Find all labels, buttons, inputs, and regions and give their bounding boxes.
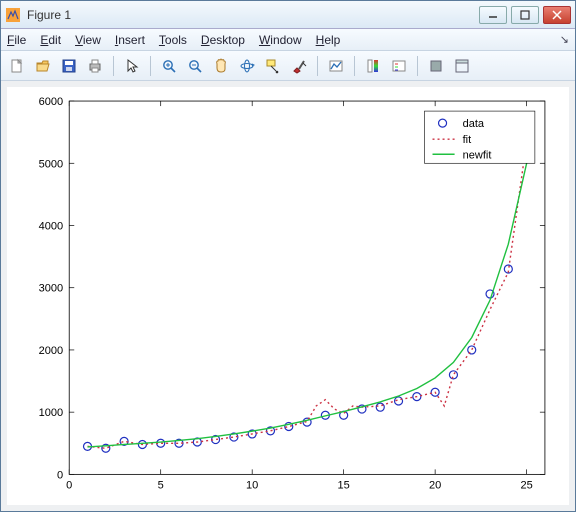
new-file-button[interactable] xyxy=(5,54,29,78)
svg-text:5: 5 xyxy=(158,479,164,491)
svg-text:0: 0 xyxy=(66,479,72,491)
titlebar[interactable]: Figure 1 xyxy=(1,1,575,29)
menu-insert[interactable]: Insert xyxy=(115,33,145,47)
menu-desktop[interactable]: Desktop xyxy=(201,33,245,47)
close-button[interactable] xyxy=(543,6,571,24)
svg-text:fit: fit xyxy=(463,134,472,146)
app-icon xyxy=(5,7,21,23)
svg-text:newfit: newfit xyxy=(463,149,492,161)
svg-text:3000: 3000 xyxy=(39,283,64,295)
brush-button[interactable] xyxy=(287,54,311,78)
svg-text:0: 0 xyxy=(57,469,63,481)
legend-button[interactable] xyxy=(387,54,411,78)
save-button[interactable] xyxy=(57,54,81,78)
dock-figure-button[interactable] xyxy=(450,54,474,78)
window-title: Figure 1 xyxy=(27,8,479,22)
data-cursor-button[interactable] xyxy=(261,54,285,78)
figure-area: 0 5 10 15 20 25 0 1000 2000 3000 4000 5000 6000 data f… xyxy=(1,81,575,511)
maximize-button[interactable] xyxy=(511,6,539,24)
svg-text:2000: 2000 xyxy=(39,345,64,357)
pointer-button[interactable] xyxy=(120,54,144,78)
svg-text:10: 10 xyxy=(246,479,258,491)
menu-window[interactable]: Window xyxy=(259,33,302,47)
menu-view[interactable]: View xyxy=(75,33,101,47)
dock-toggle-icon[interactable]: ↘ xyxy=(560,33,569,46)
zoom-in-button[interactable] xyxy=(157,54,181,78)
svg-text:6000: 6000 xyxy=(39,96,64,108)
svg-text:20: 20 xyxy=(429,479,441,491)
link-plot-button[interactable] xyxy=(324,54,348,78)
window-buttons xyxy=(479,6,571,24)
menubar: File Edit View Insert Tools Desktop Wind… xyxy=(1,29,575,51)
menu-file[interactable]: File xyxy=(7,33,26,47)
svg-text:data: data xyxy=(463,118,485,130)
svg-text:15: 15 xyxy=(338,479,350,491)
menu-help[interactable]: Help xyxy=(316,33,341,47)
hide-tools-button[interactable] xyxy=(424,54,448,78)
menu-edit[interactable]: Edit xyxy=(40,33,61,47)
rotate-3d-button[interactable] xyxy=(235,54,259,78)
svg-text:4000: 4000 xyxy=(39,221,64,233)
minimize-button[interactable] xyxy=(479,6,507,24)
svg-text:1000: 1000 xyxy=(39,407,64,419)
figure-window: Figure 1 File Edit View Insert Tools Des… xyxy=(0,0,576,512)
zoom-out-button[interactable] xyxy=(183,54,207,78)
svg-text:25: 25 xyxy=(520,479,532,491)
open-file-button[interactable] xyxy=(31,54,55,78)
svg-text:5000: 5000 xyxy=(39,158,64,170)
toolbar xyxy=(1,51,575,81)
colorbar-button[interactable] xyxy=(361,54,385,78)
axes-panel[interactable]: 0 5 10 15 20 25 0 1000 2000 3000 4000 5000 6000 data f… xyxy=(7,87,569,505)
plot-svg: 0 5 10 15 20 25 0 1000 2000 3000 4000 5000 6000 data f… xyxy=(7,87,569,509)
print-button[interactable] xyxy=(83,54,107,78)
pan-button[interactable] xyxy=(209,54,233,78)
menu-tools[interactable]: Tools xyxy=(159,33,187,47)
